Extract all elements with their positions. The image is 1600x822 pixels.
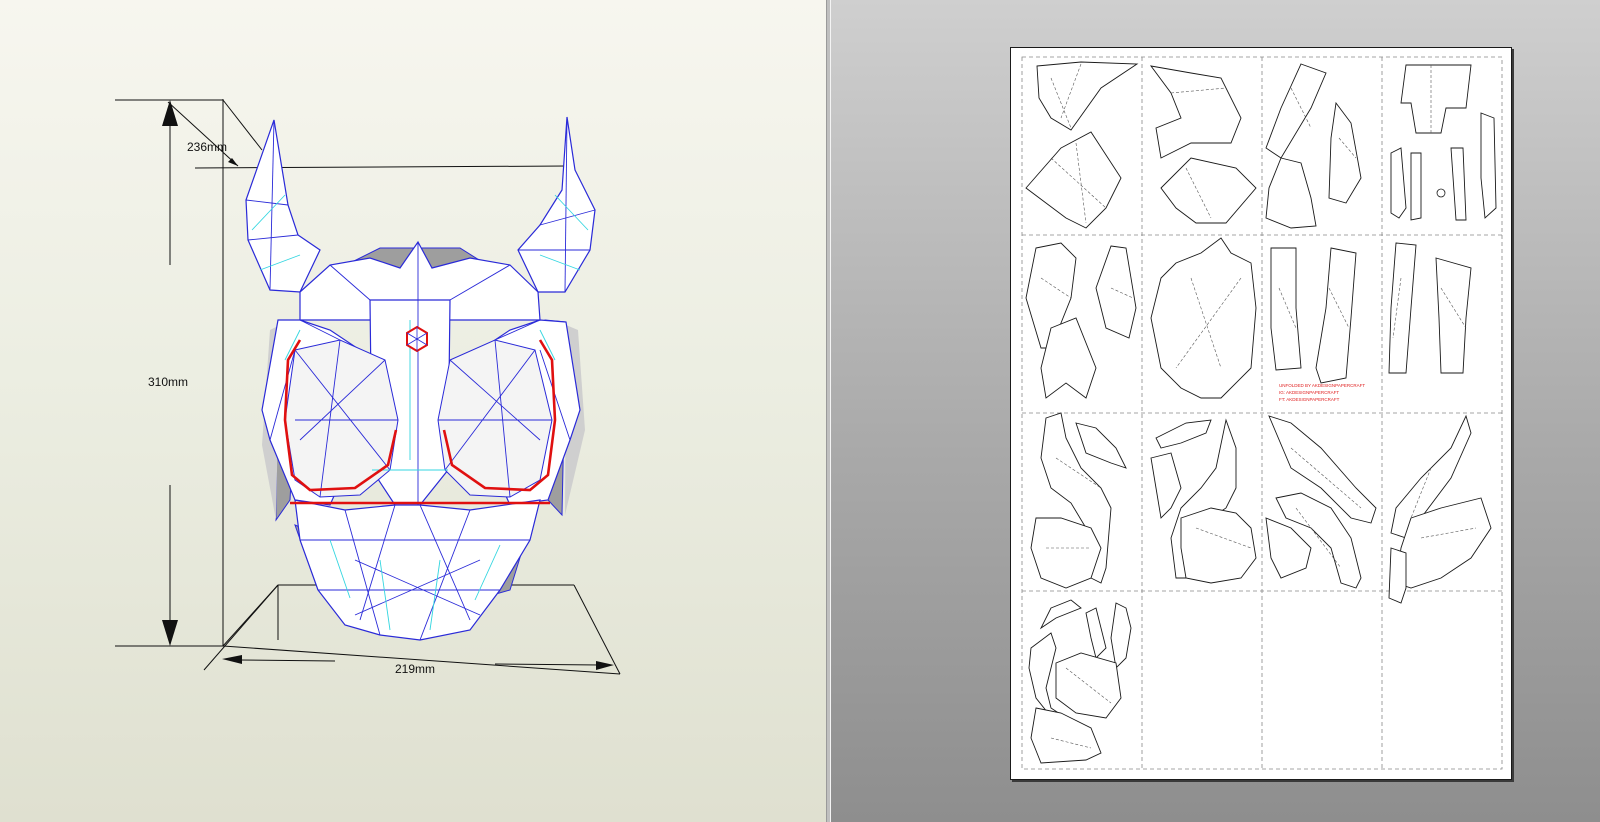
watermark-line-2: IG: AKDESIGNPAPERCRAFT	[1279, 390, 1340, 395]
mask-model[interactable]	[0, 0, 826, 822]
watermark-text: UNFOLDED BY AKDESIGNPAPERCRAFT IG: AKDES…	[1279, 382, 1365, 403]
watermark-line-3: FT: AKDESIGNPAPERCRAFT	[1279, 397, 1340, 402]
3d-viewport[interactable]: 236mm 310mm 219mm	[0, 0, 826, 822]
watermark-line-1: UNFOLDED BY AKDESIGNPAPERCRAFT	[1279, 383, 1366, 388]
unfolded-parts[interactable]	[1011, 48, 1513, 781]
pattern-page[interactable]: UNFOLDED BY AKDESIGNPAPERCRAFT IG: AKDES…	[1010, 47, 1512, 780]
